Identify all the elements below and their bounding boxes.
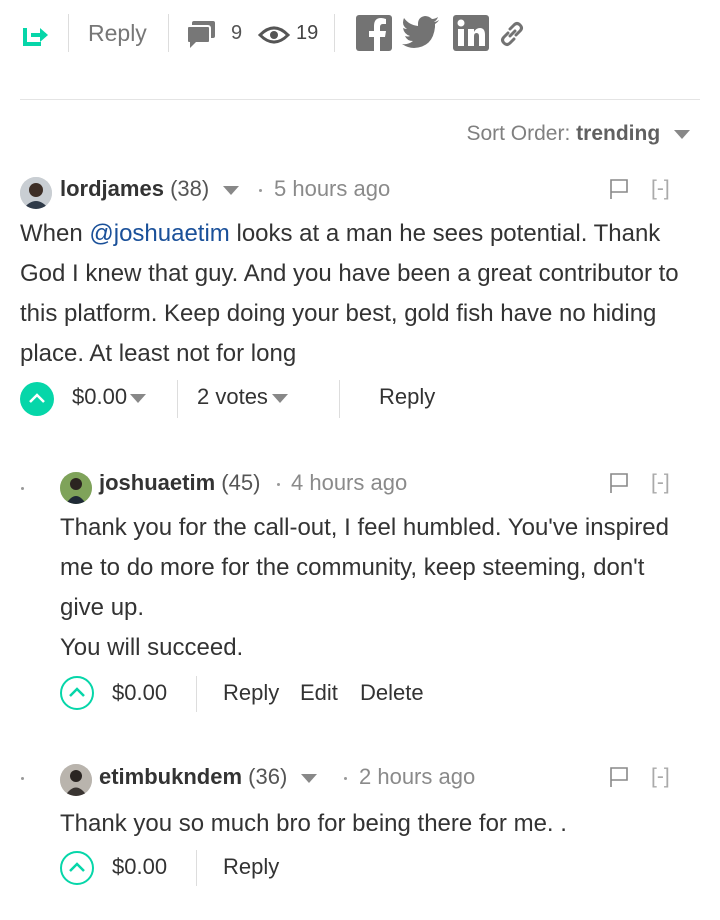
collapse-toggle[interactable]: [-] <box>651 471 670 495</box>
sort-order-dropdown[interactable]: Sort Order: trending <box>466 122 690 146</box>
separator-dot <box>259 189 262 192</box>
payout-value[interactable]: $0.00 <box>72 384 127 410</box>
post-reply-link[interactable]: Reply <box>88 20 147 47</box>
flag-icon[interactable] <box>608 472 630 494</box>
divider <box>20 99 700 100</box>
reply-button[interactable]: Reply <box>223 854 279 880</box>
comment-text: Thank you for the call-out, I feel humbl… <box>60 514 669 621</box>
sort-order-label: Sort Order: <box>466 122 571 145</box>
comment-body: When @joshuaetim looks at a man he sees … <box>20 214 680 374</box>
collapse-toggle[interactable]: [-] <box>651 177 670 201</box>
flag-icon[interactable] <box>608 766 630 788</box>
collapse-toggle[interactable]: [-] <box>651 765 670 789</box>
votes-count: 2 votes <box>197 384 268 409</box>
thread-marker <box>21 487 24 490</box>
comment-timestamp[interactable]: 5 hours ago <box>274 176 390 202</box>
divider <box>196 850 197 886</box>
avatar[interactable] <box>60 472 92 504</box>
upvote-button[interactable] <box>60 851 94 885</box>
chevron-down-icon <box>301 773 318 783</box>
author-name: etimbukndem <box>99 764 243 789</box>
sort-order-value: trending <box>576 122 661 145</box>
delete-button[interactable]: Delete <box>360 680 424 706</box>
author-name: joshuaetim <box>99 470 216 495</box>
facebook-icon[interactable] <box>356 15 392 56</box>
payout-value[interactable]: $0.00 <box>112 680 167 706</box>
chevron-up-icon <box>69 862 85 872</box>
comment-text: When <box>20 220 90 247</box>
edit-button[interactable]: Edit <box>300 680 338 706</box>
author-reputation: (45) <box>221 470 261 495</box>
comment-timestamp[interactable]: 2 hours ago <box>359 764 475 790</box>
author-reputation: (36) <box>248 764 288 789</box>
comment-author[interactable]: etimbukndem (36) <box>99 764 318 790</box>
chevron-down-icon <box>674 129 690 139</box>
reply-button[interactable]: Reply <box>223 680 279 706</box>
comment-text: You will succeed. <box>60 634 244 661</box>
chevron-up-icon <box>69 687 85 697</box>
eye-icon <box>257 25 291 50</box>
comment-timestamp[interactable]: 4 hours ago <box>291 470 407 496</box>
comments-icon[interactable] <box>185 19 217 54</box>
linkedin-icon[interactable] <box>453 15 489 56</box>
author-name: lordjames <box>60 176 164 201</box>
chevron-up-icon <box>29 393 45 403</box>
payout-value[interactable]: $0.00 <box>112 854 167 880</box>
author-reputation: (38) <box>170 176 210 201</box>
comment-author[interactable]: lordjames (38) <box>60 176 240 202</box>
divider <box>339 380 340 418</box>
thread-marker <box>21 777 24 780</box>
avatar[interactable] <box>20 177 52 209</box>
divider <box>177 380 178 418</box>
votes-dropdown[interactable]: 2 votes <box>197 384 288 410</box>
comment-body: Thank you so much bro for being there fo… <box>60 804 680 844</box>
post-action-bar: Reply 9 19 <box>0 0 720 68</box>
comment-count: 9 <box>231 22 243 44</box>
chevron-down-icon[interactable] <box>130 394 146 403</box>
reblog-icon[interactable] <box>22 22 50 53</box>
comment-body: Thank you for the call-out, I feel humbl… <box>60 508 680 668</box>
reply-button[interactable]: Reply <box>379 384 435 410</box>
toolbar-divider <box>334 14 335 52</box>
link-icon[interactable] <box>499 21 525 52</box>
flag-icon[interactable] <box>608 178 630 200</box>
user-mention-link[interactable]: @joshuaetim <box>89 220 229 247</box>
comment-text: Thank you so much bro for being there fo… <box>60 810 567 837</box>
divider <box>196 676 197 712</box>
upvote-button[interactable] <box>20 382 54 416</box>
chevron-down-icon <box>271 393 288 403</box>
avatar[interactable] <box>60 764 92 796</box>
separator-dot <box>344 777 347 780</box>
twitter-icon[interactable] <box>402 16 440 53</box>
toolbar-divider <box>68 14 69 52</box>
separator-dot <box>277 483 280 486</box>
view-count: 19 <box>296 22 319 44</box>
comment-author[interactable]: joshuaetim (45) <box>99 470 260 496</box>
upvote-button[interactable] <box>60 676 94 710</box>
chevron-down-icon <box>223 185 240 195</box>
toolbar-divider <box>168 14 169 52</box>
